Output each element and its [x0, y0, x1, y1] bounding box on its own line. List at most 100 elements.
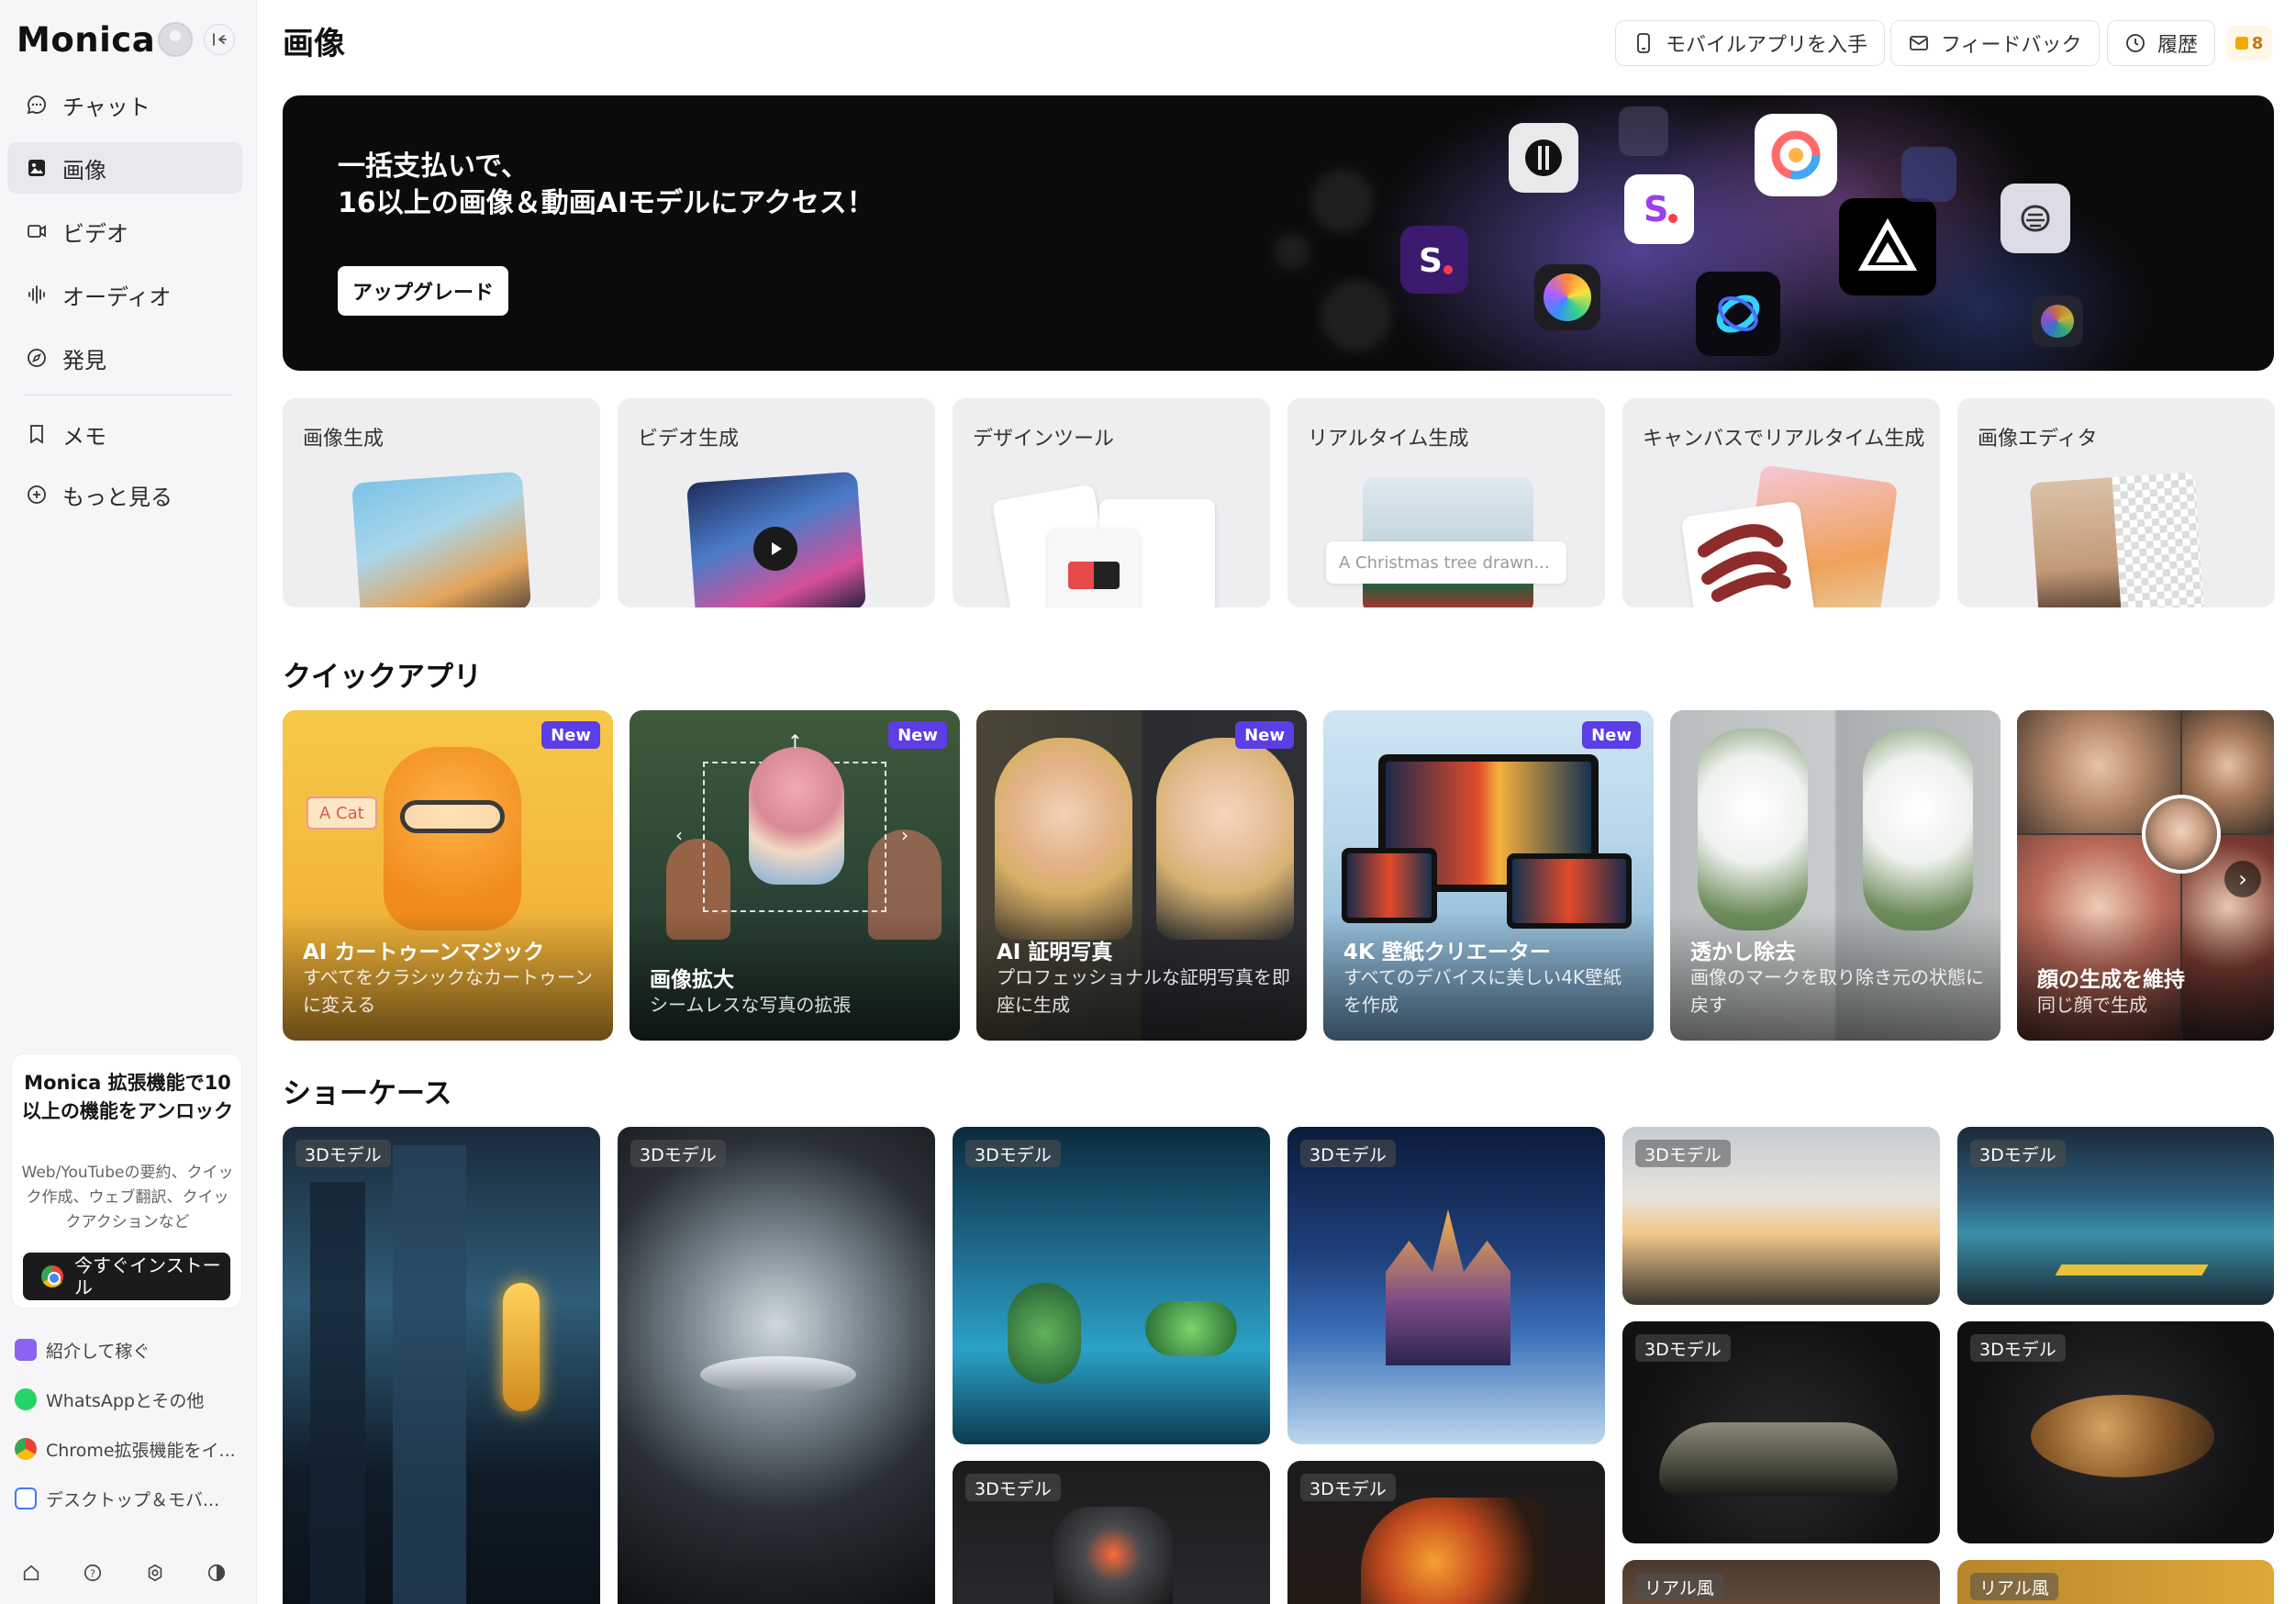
promo-title: Monica 拡張機能で10以上の機能をアンロック	[21, 1072, 234, 1122]
building-silhouette	[310, 1182, 365, 1604]
sidebar-item-label: もっと見る	[62, 484, 173, 510]
prompt-placeholder: A Christmas tree drawn...	[1339, 552, 1550, 573]
realtime-prompt-input[interactable]: A Christmas tree drawn...	[1326, 541, 1566, 584]
upgrade-button[interactable]: アップグレード	[338, 266, 509, 316]
showcase-item[interactable]: リアル風	[1622, 1560, 1940, 1604]
quick-app-desc: すべてをクラシックなカートゥーンに変える	[303, 966, 593, 1016]
showcase-tag: 3Dモデル	[965, 1474, 1061, 1501]
sidebar-item-audio[interactable]: オーディオ	[7, 269, 242, 320]
whatsapp-icon	[15, 1388, 37, 1410]
decor-dot	[1310, 169, 1375, 233]
tool-label: 画像生成	[303, 428, 385, 451]
brand[interactable]: Monica	[17, 17, 155, 62]
showcase-item[interactable]: 3Dモデル	[1287, 1461, 1605, 1604]
neon-light	[503, 1283, 540, 1411]
quick-app-keep-face[interactable]: › 顔の生成を維持 同じ顔で生成	[2017, 710, 2274, 1041]
showcase-tag: 3Dモデル	[1300, 1474, 1396, 1501]
tool-card-video-generation[interactable]: ビデオ生成	[618, 398, 935, 607]
platform-stripe	[2055, 1264, 2209, 1275]
chat-icon	[24, 92, 50, 117]
home-icon[interactable]	[18, 1560, 44, 1586]
cat-illustration	[384, 747, 521, 930]
quick-app-title: 画像拡大	[650, 968, 734, 992]
settings-icon[interactable]	[142, 1560, 168, 1586]
cat-glasses	[400, 800, 505, 833]
s-logo-dark-icon: S	[1400, 226, 1468, 294]
showcase-item[interactable]: 3Dモデル	[953, 1461, 1270, 1604]
tool-card-realtime-generation[interactable]: リアルタイム生成 A Christmas tree drawn...	[1287, 398, 1605, 607]
quick-app-title: 透かし除去	[1690, 941, 1796, 964]
sidebar-item-image[interactable]: 画像	[7, 142, 242, 194]
tool-card-design-tools[interactable]: デザインツール	[953, 398, 1270, 607]
sidebar-item-more[interactable]: もっと見る	[7, 469, 242, 520]
collapse-sidebar-button[interactable]	[204, 24, 235, 55]
sidebar-link-referral[interactable]: 紹介して稼ぐ	[15, 1334, 244, 1365]
quick-app-title: AI 証明写真	[997, 941, 1113, 964]
history-label: 履歴	[2157, 34, 2199, 57]
showcase-item[interactable]: 3Dモデル	[618, 1127, 935, 1604]
install-extension-button[interactable]: 今すぐインストール	[23, 1253, 230, 1300]
sidebar-link-whatsapp[interactable]: WhatsAppとその他	[15, 1384, 244, 1415]
showcase-item[interactable]: 3Dモデル	[1622, 1321, 1940, 1543]
collapse-icon	[213, 33, 227, 46]
quick-app-desc: 画像のマークを取り除き元の状態に戻す	[1690, 966, 1984, 1016]
swirl-logo-icon	[1696, 272, 1780, 356]
character-illustration	[749, 747, 844, 885]
mobile-app-label: モバイルアプリを入手	[1666, 34, 1868, 57]
showcase-tag: 3Dモデル	[965, 1140, 1061, 1167]
sidebar-link-chrome[interactable]: Chrome拡張機能をイ...	[15, 1433, 244, 1465]
sidebar-link-label: WhatsAppとその他	[46, 1390, 205, 1411]
castle-illustration	[1386, 1209, 1510, 1365]
quick-app-cartoon-magic[interactable]: A Cat New AI カートゥーンマジック すべてをクラシックなカートゥーン…	[283, 710, 613, 1041]
play-icon[interactable]	[753, 527, 797, 571]
showcase-item[interactable]: 3Dモデル	[283, 1127, 600, 1604]
history-button[interactable]: 履歴	[2107, 20, 2216, 66]
showcase-item[interactable]: 3Dモデル	[1957, 1127, 2274, 1305]
sidebar-item-label: チャット	[62, 94, 150, 120]
quick-app-image-expand[interactable]: ↑ ‹ › New 画像拡大 シームレスな写真の拡張	[630, 710, 960, 1041]
tool-card-image-editor[interactable]: 画像エディタ	[1957, 398, 2275, 607]
sidebar-item-discover[interactable]: 発見	[7, 332, 242, 384]
help-icon[interactable]: ?	[80, 1560, 106, 1586]
tool-card-image-generation[interactable]: 画像生成	[283, 398, 600, 607]
next-arrow-button[interactable]: ›	[2224, 861, 2261, 897]
showcase-item[interactable]: 3Dモデル	[1287, 1127, 1605, 1444]
quick-app-watermark-removal[interactable]: 透かし除去 画像のマークを取り除き元の状態に戻す	[1670, 710, 2001, 1041]
sidebar-item-label: 発見	[62, 347, 106, 373]
s-logo-icon: S	[1624, 174, 1694, 244]
triangle-logo-icon	[1839, 198, 1936, 295]
dragon-illustration	[1361, 1498, 1544, 1604]
showcase-tag: 3Dモデル	[1635, 1140, 1731, 1167]
banner-line-1: 一括支払いで、	[338, 150, 529, 183]
sidebar-item-video[interactable]: ビデオ	[7, 206, 242, 257]
sidebar-link-desktop[interactable]: デスクトップ＆モバ...	[15, 1483, 244, 1514]
tool-label: 画像エディタ	[1978, 428, 2098, 451]
feedback-button[interactable]: フィードバック	[1890, 20, 2100, 66]
credits-badge[interactable]: 8	[2226, 26, 2272, 61]
quick-app-desc: すべてのデバイスに美しい4K壁紙を作成	[1343, 966, 1622, 1016]
sidebar-link-label: 紹介して稼ぐ	[46, 1341, 150, 1362]
chrome-icon	[41, 1265, 63, 1287]
plus-circle-icon	[24, 482, 50, 507]
theme-toggle-icon[interactable]	[204, 1560, 229, 1586]
color-wheel-small-icon	[2032, 295, 2083, 347]
sidebar-item-memo[interactable]: メモ	[7, 408, 242, 460]
showcase-item[interactable]: 3Dモデル	[1622, 1127, 1940, 1305]
showcase-item[interactable]: リアル風	[1957, 1560, 2274, 1604]
tool-card-canvas-realtime[interactable]: キャンバスでリアルタイム生成	[1622, 398, 1940, 607]
showcase-tag: 3Dモデル	[1635, 1334, 1731, 1362]
showcase-item[interactable]: 3Dモデル	[953, 1127, 1270, 1444]
quick-app-4k-wallpaper[interactable]: New 4K 壁紙クリエーター すべてのデバイスに美しい4K壁紙を作成	[1323, 710, 1654, 1041]
audio-wave-icon	[24, 282, 50, 307]
model-logo-icon	[1509, 123, 1578, 193]
sidebar-item-chat[interactable]: チャット	[7, 79, 242, 130]
coin-icon	[2235, 37, 2248, 50]
flower-illustration	[1863, 729, 1973, 930]
svg-text:S: S	[1419, 242, 1443, 280]
mail-icon	[1910, 36, 1928, 50]
get-mobile-app-button[interactable]: モバイルアプリを入手	[1615, 20, 1886, 66]
showcase-item[interactable]: 3Dモデル	[1957, 1321, 2274, 1543]
user-avatar[interactable]	[158, 22, 193, 57]
quick-app-id-photo[interactable]: New AI 証明写真 プロフェッショナルな証明写真を即座に生成	[976, 710, 1307, 1041]
spaceship-illustration	[700, 1356, 856, 1393]
